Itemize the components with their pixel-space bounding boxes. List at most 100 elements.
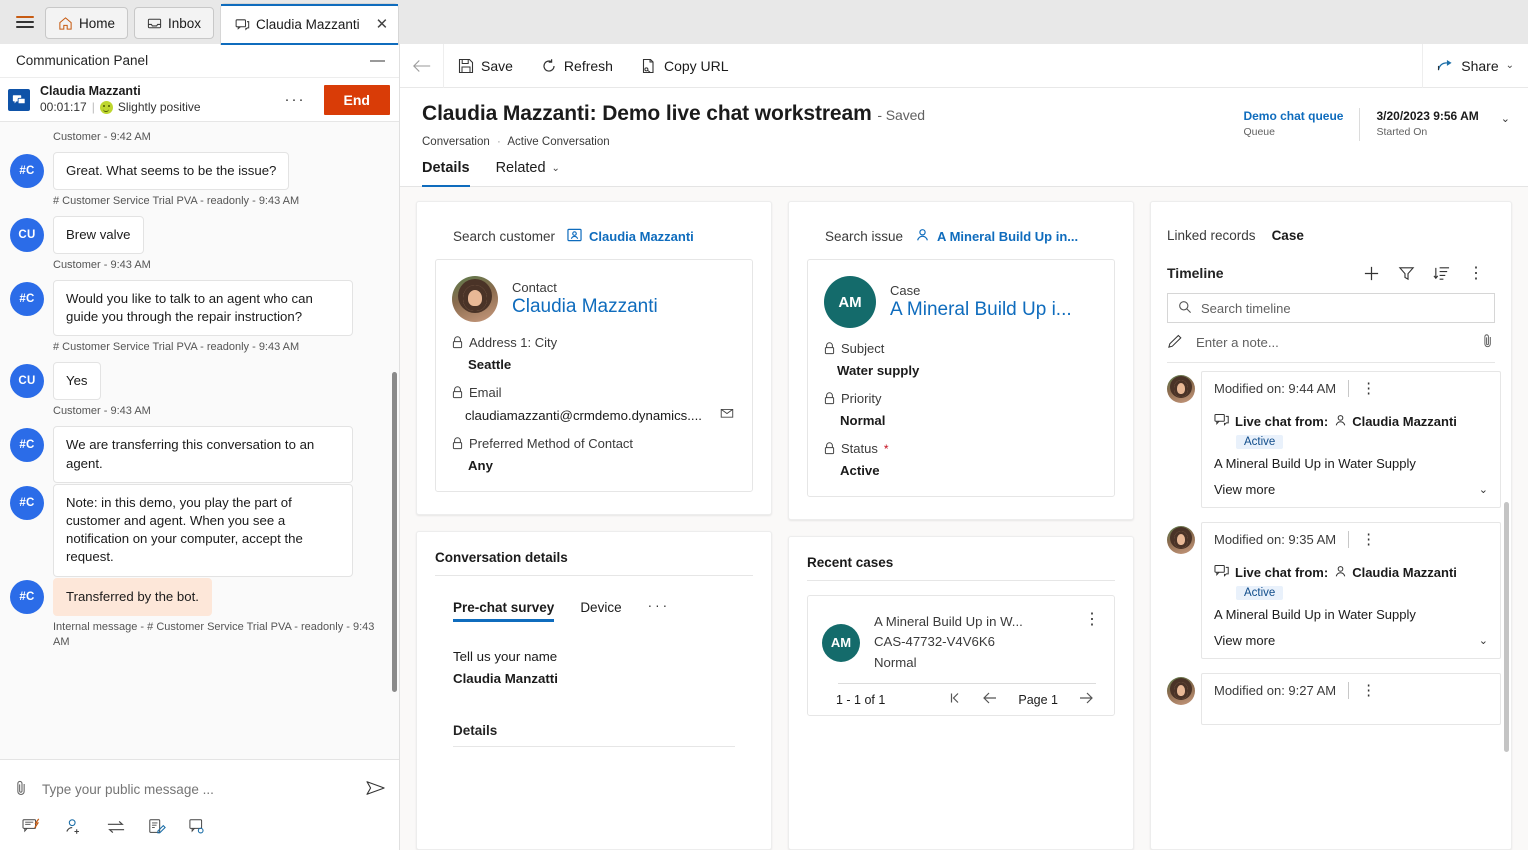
chevron-down-icon[interactable]: ⌄	[1479, 634, 1488, 647]
first-page-icon[interactable]	[948, 692, 962, 707]
subtab-pre-chat-survey[interactable]: Pre-chat survey	[453, 600, 555, 622]
agent-consult-icon[interactable]	[64, 818, 84, 836]
header-expand-chevron-icon[interactable]: ⌄	[1495, 108, 1510, 125]
more-commands-icon[interactable]: ⋮	[1361, 532, 1376, 547]
tab-home[interactable]: Home	[45, 7, 129, 39]
search-timeline-input[interactable]: Search timeline	[1167, 293, 1495, 323]
contact-entity-name[interactable]: Claudia Mazzanti	[512, 296, 658, 319]
copy-url-icon	[641, 58, 657, 74]
filter-icon[interactable]	[1389, 265, 1424, 282]
required-marker: *	[883, 441, 889, 456]
header-field-queue[interactable]: Demo chat queue Queue	[1227, 108, 1359, 141]
timeline-list[interactable]: Modified on: 9:44 AM ⋮ Live chat from: Clau…	[1151, 363, 1511, 849]
save-button[interactable]: Save	[444, 44, 527, 88]
send-email-icon[interactable]	[720, 407, 736, 423]
breadcrumb-entity[interactable]: Conversation	[422, 136, 490, 148]
header-field-queue-value[interactable]: Demo chat queue	[1243, 108, 1343, 125]
save-icon	[458, 58, 474, 74]
chat-transcript[interactable]: Customer - 9:42 AM #C Great. What seems to…	[0, 122, 399, 759]
subtab-overflow-icon[interactable]: ···	[648, 598, 671, 622]
minimize-icon[interactable]: —	[370, 53, 385, 68]
chat-scrollbar[interactable]	[392, 372, 397, 692]
add-icon[interactable]	[1354, 265, 1389, 282]
quick-replies-icon[interactable]	[22, 818, 42, 836]
column-customer: Search customer Claudia Mazzanti Contact…	[416, 201, 772, 850]
conversation-customer-name: Claudia Mazzanti	[40, 84, 141, 99]
avatar: CU	[10, 364, 44, 399]
contact-entity-kind: Contact	[512, 279, 557, 295]
tab-inbox[interactable]: Inbox	[134, 7, 215, 39]
send-icon[interactable]	[365, 779, 387, 800]
timeline-entry[interactable]: Modified on: 9:27 AM ⋮	[1167, 673, 1501, 725]
conversation-overflow-icon[interactable]: ···	[277, 91, 314, 108]
breadcrumb-view[interactable]: Active Conversation	[507, 136, 609, 148]
chevron-down-icon[interactable]: ⌄	[552, 163, 560, 174]
case-field-status: Status * Active	[824, 441, 1098, 478]
close-icon[interactable]: ✕	[376, 17, 389, 32]
case-field-subject: Subject Water supply	[824, 341, 1098, 378]
more-commands-icon[interactable]: ⋮	[1361, 683, 1376, 698]
conversation-details-heading: Conversation details	[435, 550, 568, 565]
breadcrumb-separator: ·	[496, 136, 501, 148]
view-more-button[interactable]: View more ⌄	[1214, 633, 1488, 648]
sort-icon[interactable]	[1424, 265, 1459, 282]
notes-icon[interactable]	[148, 818, 166, 836]
composer-tools	[12, 818, 387, 850]
chevron-down-icon[interactable]: ⌄	[1506, 60, 1514, 71]
avatar	[1167, 375, 1195, 403]
paperclip-icon[interactable]	[1480, 333, 1495, 352]
timeline-entry[interactable]: Modified on: 9:35 AM ⋮ Live chat from: Clau…	[1167, 522, 1501, 659]
case-field-status-value: Active	[824, 463, 1098, 478]
recent-case-title[interactable]: A Mineral Build Up in W...	[874, 612, 1070, 632]
divider	[1348, 531, 1350, 548]
timeline-entry-body: Modified on: 9:44 AM ⋮ Live chat from: Clau…	[1201, 371, 1501, 508]
share-button[interactable]: Share ⌄	[1423, 57, 1528, 75]
tab-claudia-mazzanti[interactable]: Claudia Mazzanti ✕	[220, 3, 400, 45]
search-issue-value[interactable]: A Mineral Build Up in...	[915, 228, 1078, 245]
timeline-entry[interactable]: Modified on: 9:44 AM ⋮ Live chat from: Clau…	[1167, 371, 1501, 508]
previous-page-icon[interactable]	[982, 692, 998, 707]
message-input[interactable]	[42, 781, 353, 797]
more-commands-icon[interactable]: ⋮	[1361, 381, 1376, 396]
end-conversation-button[interactable]: End	[323, 84, 390, 115]
linked-records-value[interactable]: Case	[1272, 228, 1304, 243]
person-icon	[1334, 565, 1347, 581]
copy-url-button[interactable]: Copy URL	[627, 44, 743, 88]
list-item[interactable]: AM A Mineral Build Up in W... CAS-47732-…	[822, 612, 1100, 673]
composer-input-row	[12, 760, 387, 818]
search-customer-row: Search customer Claudia Mazzanti	[417, 202, 771, 259]
sentiment-smiley-icon	[99, 100, 113, 114]
search-customer-value[interactable]: Claudia Mazzanti	[567, 228, 694, 245]
case-field-priority-value: Normal	[824, 413, 1098, 428]
subtab-device[interactable]: Device	[580, 600, 621, 622]
back-arrow-icon[interactable]	[400, 43, 444, 88]
chevron-down-icon[interactable]: ⌄	[1479, 483, 1488, 496]
more-commands-icon[interactable]: ⋮	[1459, 263, 1493, 283]
view-more-label: View more	[1214, 482, 1276, 497]
view-more-button[interactable]: View more ⌄	[1214, 482, 1488, 497]
contact-field-email-value-text[interactable]: claudiamazzanti@crmdemo.dynamics....	[465, 408, 702, 423]
tab-related[interactable]: Related ⌄	[496, 160, 568, 186]
tab-details[interactable]: Details	[422, 160, 478, 187]
paperclip-icon[interactable]	[12, 779, 30, 800]
message-timestamp: Customer - 9:43 AM	[53, 259, 151, 272]
timeline-entry-person[interactable]: Claudia Mazzanti	[1334, 414, 1457, 430]
survey-answer: Claudia Manzatti	[453, 670, 558, 686]
timeline-card: Linked records Case Timeline ⋮ Search ti…	[1150, 201, 1512, 850]
divider	[1348, 380, 1350, 397]
refresh-button[interactable]: Refresh	[527, 44, 627, 88]
next-page-icon[interactable]	[1078, 692, 1094, 707]
more-commands-icon[interactable]: ⋮	[1084, 612, 1100, 628]
avatar: #C	[10, 153, 44, 188]
timeline-note-input[interactable]: Enter a note...	[1167, 323, 1495, 363]
conversation-details-card: Conversation details Pre-chat survey Dev…	[416, 531, 772, 850]
linked-conversation-icon[interactable]	[188, 818, 208, 836]
case-entity-name[interactable]: A Mineral Build Up i...	[890, 299, 1072, 322]
transfer-icon[interactable]	[106, 818, 126, 836]
record-header: Claudia Mazzanti: Demo live chat workstr…	[400, 88, 1528, 148]
timeline-entry-person[interactable]: Claudia Mazzanti	[1334, 565, 1457, 581]
active-conversation-header: Claudia Mazzanti 00:01:17 | Slightly pos…	[0, 78, 399, 122]
timeline-scrollbar[interactable]	[1504, 502, 1509, 752]
header-field-started-on: 3/20/2023 9:56 AM Started On	[1359, 108, 1494, 141]
hamburger-icon[interactable]	[8, 0, 42, 44]
